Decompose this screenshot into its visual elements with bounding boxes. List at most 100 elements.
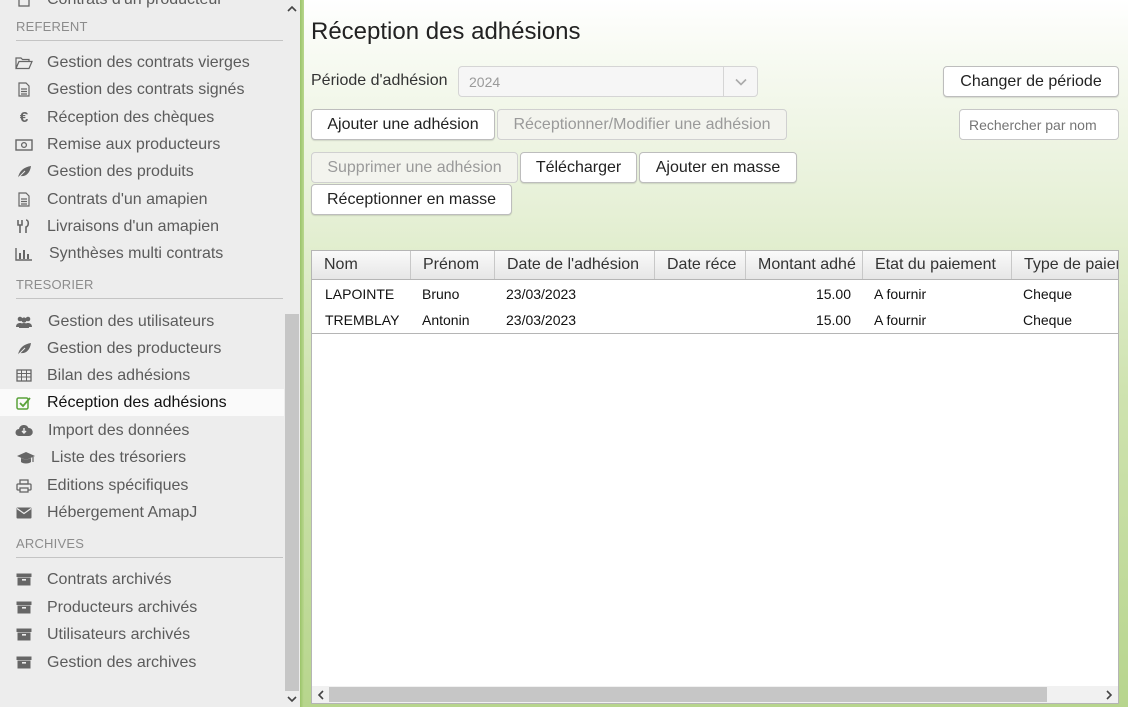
folder-open-icon [15,54,33,72]
sidebar-item-livraisons-amapien[interactable]: Livraisons d'un amapien [0,213,284,240]
cloud-download-icon [15,422,33,440]
table-scroll-thumb[interactable] [329,687,1047,702]
sidebar-item-utilisateurs-archives[interactable]: Utilisateurs archivés [0,621,284,648]
sidebar-item-bilan-adhesions[interactable]: Bilan des adhésions [0,362,284,389]
sidebar-item-label: Utilisateurs archivés [47,625,191,643]
euro-icon: € [19,109,29,126]
cell-date-adhesion: 23/03/2023 [506,286,577,302]
scroll-right-arrow-icon[interactable] [1101,686,1118,703]
sidebar-item-gestion-produits[interactable]: Gestion des produits [0,158,284,185]
ajouter-en-masse-button[interactable]: Ajouter en masse [639,152,797,183]
sidebar-item-label: Bilan des adhésions [47,366,191,384]
chevron-down-icon[interactable] [723,67,757,96]
column-header-etat-paiement[interactable]: Etat du paiement [863,251,1012,279]
column-header-date-adhesion[interactable]: Date de l'adhésion [495,251,655,279]
sidebar-menu: Contrats d'un producteur REFERENT Gestio… [0,0,284,707]
changer-periode-button[interactable]: Changer de période [943,66,1119,97]
cell-type-paiement: Cheque [1023,312,1073,328]
cell-montant: 15.00 [815,312,851,328]
sidebar-item-label: Réception des chèques [47,108,215,126]
section-title-referent: REFERENT [16,19,283,41]
periode-label: Période d'adhésion [311,72,448,89]
telecharger-button[interactable]: Télécharger [520,152,637,183]
sidebar-item-contrats-archives[interactable]: Contrats archivés [0,566,284,593]
sidebar-item-contrats-producteur[interactable]: Contrats d'un producteur [0,0,284,13]
supprimer-adhesion-button[interactable]: Supprimer une adhésion [311,152,518,183]
sidebar-item-hebergement[interactable]: Hébergement AmapJ [0,499,284,526]
periode-select[interactable]: 2024 [458,66,758,97]
archive-icon [15,654,33,672]
cell-prenom: Antonin [422,312,470,328]
sidebar-item-syntheses[interactable]: Synthèses multi contrats [0,240,284,267]
search-input[interactable] [959,109,1119,140]
sidebar-item-contrats-vierges[interactable]: Gestion des contrats vierges [0,49,284,76]
cutlery-icon [15,218,33,236]
sidebar-item-gestion-archives[interactable]: Gestion des archives [0,649,284,676]
scroll-left-arrow-icon[interactable] [312,686,329,703]
table-header: Nom Prénom Date de l'adhésion Date réce … [312,251,1118,280]
cell-prenom: Bruno [422,286,460,302]
section-title-tresorier: TRESORIER [16,277,283,299]
table-row[interactable]: TREMBLAY Antonin 23/03/2023 15.00 A four… [312,307,1118,333]
column-header-type-paiement[interactable]: Type de paien [1012,251,1118,279]
cell-nom: TREMBLAY [325,312,400,328]
sidebar-item-label: Gestion des produits [47,162,194,180]
sidebar-item-label: Liste des trésoriers [51,448,187,466]
receptionner-en-masse-button[interactable]: Réceptionner en masse [311,184,512,215]
sidebar-item-label: Editions spécifiques [47,476,189,494]
envelope-icon [15,504,33,522]
print-icon [15,477,33,495]
receptionner-modifier-button[interactable]: Réceptionner/Modifier une adhésion [497,109,787,140]
page-title: Réception des adhésions [311,18,581,45]
sidebar: Contrats d'un producteur REFERENT Gestio… [0,0,300,707]
sidebar-item-gestion-producteurs[interactable]: Gestion des producteurs [0,335,284,362]
bar-chart-icon [15,245,33,263]
cell-etat-paiement: A fournir [874,286,927,302]
archive-icon [15,626,33,644]
sidebar-item-reception-adhesions[interactable]: Réception des adhésions [0,389,284,416]
column-header-date-reception[interactable]: Date réce [655,251,746,279]
sidebar-item-contrats-signes[interactable]: Gestion des contrats signés [0,76,284,103]
sidebar-item-remise-producteurs[interactable]: Remise aux producteurs [0,131,284,158]
archive-icon [15,599,33,617]
sidebar-item-label: Gestion des contrats vierges [47,53,250,71]
leaf-icon [15,340,33,358]
main-panel-border [300,0,304,707]
adhesions-table: Nom Prénom Date de l'adhésion Date réce … [311,250,1119,704]
column-header-nom[interactable]: Nom [312,251,411,279]
archive-icon [15,571,33,589]
sidebar-item-label: Hébergement AmapJ [47,503,198,521]
document-icon [15,0,33,9]
sidebar-item-label: Livraisons d'un amapien [47,217,220,235]
sidebar-item-label: Gestion des archives [47,653,197,671]
graduation-cap-icon [15,449,37,467]
sidebar-item-producteurs-archives[interactable]: Producteurs archivés [0,594,284,621]
sidebar-item-label: Import des données [48,421,190,439]
sidebar-item-label: Contrats archivés [47,570,172,588]
sidebar-item-label: Contrats d'un producteur [47,0,223,9]
sidebar-item-contrats-amapien[interactable]: Contrats d'un amapien [0,186,284,213]
column-header-prenom[interactable]: Prénom [411,251,495,279]
table-row[interactable]: LAPOINTE Bruno 23/03/2023 15.00 A fourni… [312,281,1118,307]
ajouter-adhesion-button[interactable]: Ajouter une adhésion [311,109,495,140]
scroll-down-arrow-icon[interactable] [284,691,300,707]
sidebar-item-reception-cheques[interactable]: € Réception des chèques [0,104,284,131]
table-icon [15,367,33,385]
sidebar-item-gestion-utilisateurs[interactable]: Gestion des utilisateurs [0,308,284,335]
scroll-up-arrow-icon[interactable] [284,0,300,16]
sidebar-item-label: Réception des adhésions [47,393,227,411]
sidebar-item-label: Producteurs archivés [47,598,198,616]
sidebar-item-label: Contrats d'un amapien [47,190,208,208]
table-horizontal-scrollbar[interactable] [312,686,1118,703]
column-header-montant[interactable]: Montant adhé [746,251,863,279]
sidebar-item-liste-tresoriers[interactable]: Liste des trésoriers [0,444,284,471]
users-icon [15,313,33,331]
table-body: LAPOINTE Bruno 23/03/2023 15.00 A fourni… [312,280,1118,334]
sidebar-item-editions-specifiques[interactable]: Editions spécifiques [0,472,284,499]
document-icon [15,81,33,99]
document-icon [15,191,33,209]
sidebar-item-label: Synthèses multi contrats [49,244,224,262]
sidebar-scroll-thumb[interactable] [285,314,299,691]
sidebar-item-import-donnees[interactable]: Import des données [0,417,284,444]
sidebar-item-label: Gestion des producteurs [47,339,222,357]
